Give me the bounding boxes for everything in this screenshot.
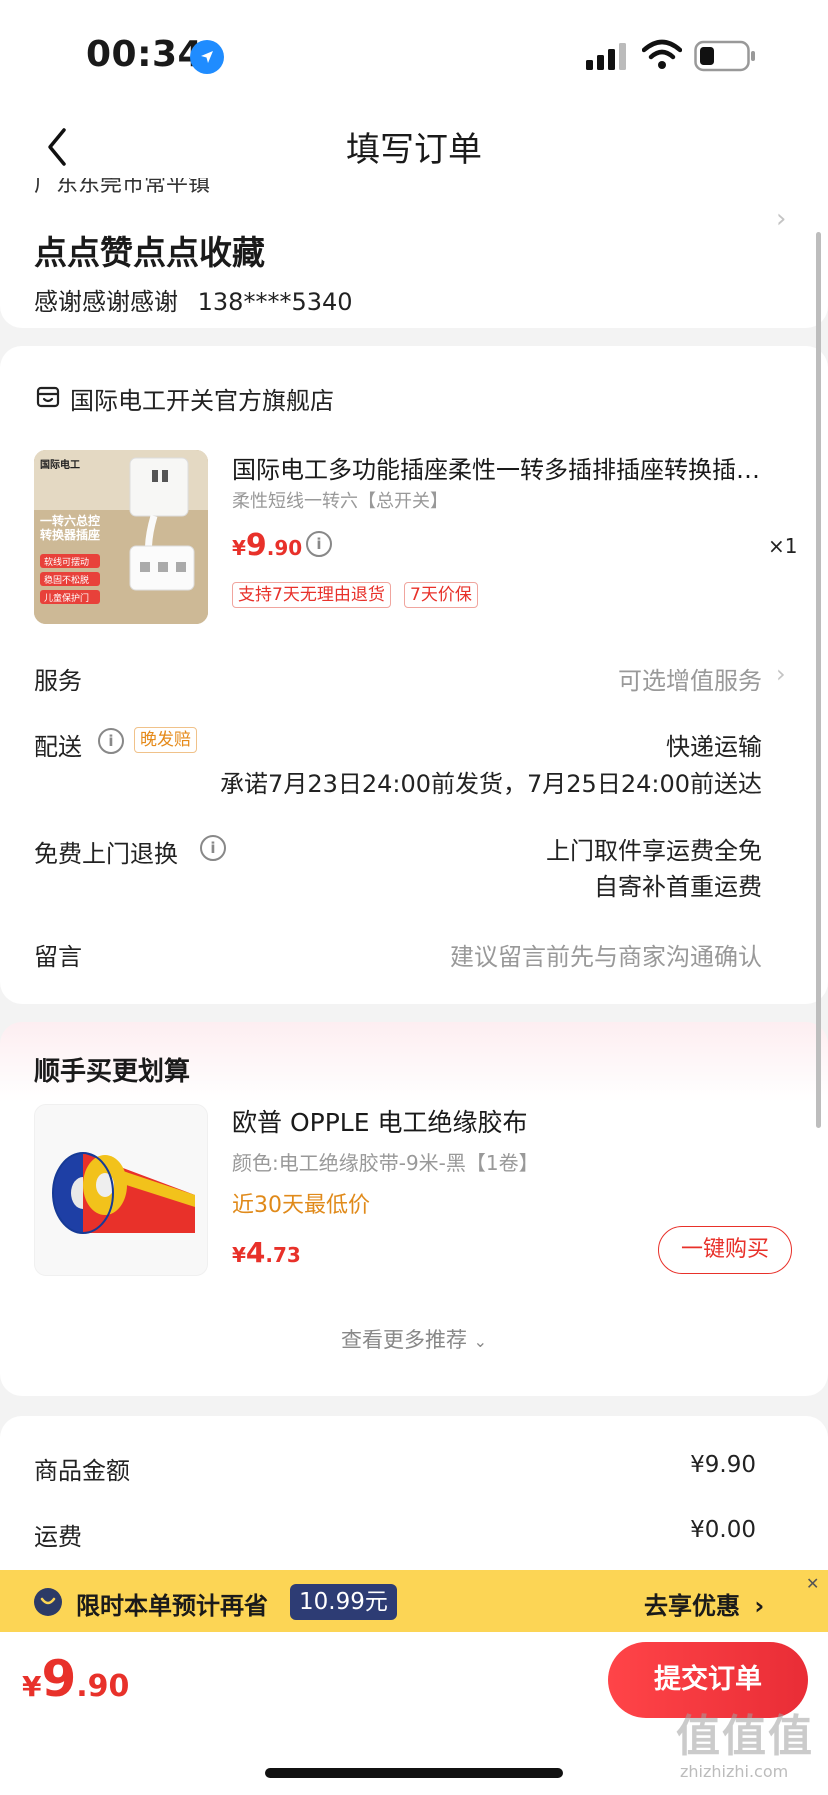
shipping-label: 运费 (34, 1523, 82, 1551)
free-return-line2: 自寄补首重运费 (594, 873, 762, 901)
chevron-down-icon: ⌄ (473, 1332, 488, 1351)
delivery-promise: 承诺7月23日24:00前发货，7月25日24:00前送达 (220, 770, 762, 798)
more-recommendations-label: 查看更多推荐 (340, 1328, 467, 1352)
home-indicator[interactable] (265, 1768, 563, 1778)
watermark-logo: 值值值 (676, 1711, 814, 1762)
service-value[interactable]: 可选增值服务 (618, 661, 762, 696)
recommend-item-spec[interactable]: 颜色:电工绝缘胶带-9米-黑【1卷】 (232, 1147, 539, 1176)
watermark-url: zhizhizhi.com (680, 1762, 789, 1781)
price-protection-tag: 7天价保 (404, 582, 478, 608)
shop-name[interactable]: 国际电工开关官方旗舰店 (70, 381, 334, 416)
goods-amount-value: ¥9.90 (690, 1452, 756, 1478)
delivery-label: 配送 (34, 733, 82, 761)
total-price: ¥ 9 .90 (22, 1650, 129, 1708)
status-time: 00:34 (86, 34, 204, 75)
back-arrow-icon[interactable] (38, 122, 78, 172)
one-click-buy-button[interactable]: 一键购买 (658, 1226, 792, 1274)
recommend-item-name[interactable]: 欧普 OPPLE 电工绝缘胶布 (232, 1103, 527, 1139)
location-arrow-icon (190, 40, 224, 74)
product-image-bullet: 稳固不松脱 (44, 576, 90, 586)
info-icon[interactable]: i (98, 728, 124, 754)
scrollbar[interactable] (816, 232, 821, 1128)
delivery-method: 快递运输 (666, 733, 762, 761)
price-integer: 9 (245, 528, 267, 563)
wifi-icon (641, 38, 683, 72)
promo-text: 限时本单预计再省 (76, 1592, 268, 1620)
product-image-brand: 国际电工 (40, 460, 80, 471)
address-region: 广东东莞市常平镇 (34, 178, 211, 197)
price-decimal: .73 (265, 1243, 301, 1267)
battery-icon (694, 40, 756, 72)
recommend-title: 顺手买更划算 (34, 1057, 191, 1087)
product-image-bullet: 儿童保护门 (44, 594, 90, 604)
promo-action-label: 去享优惠 (644, 1592, 740, 1620)
product-image[interactable]: 国际电工 一转六总控 转换器插座 软线可摆动 稳固不松脱 儿童保护门 (34, 450, 208, 624)
recommend-item-image[interactable] (34, 1104, 208, 1276)
discount-icon (34, 1588, 62, 1616)
price-decimal: .90 (266, 536, 303, 560)
recommend-item-price: ¥ 4 .73 (232, 1236, 301, 1269)
lowest-price-badge: 近30天最低价 (232, 1193, 370, 1218)
close-icon[interactable]: ✕ (806, 1574, 819, 1593)
goods-amount-label: 商品金额 (34, 1457, 130, 1485)
currency-symbol: ¥ (232, 1243, 246, 1267)
chevron-right-icon: › (776, 660, 786, 688)
address-contact: 感谢感谢感谢 138****5340 (34, 282, 353, 317)
info-icon[interactable]: i (200, 835, 226, 861)
contact-name: 感谢感谢感谢 (34, 288, 178, 316)
product-image-bullet: 软线可摆动 (44, 558, 90, 568)
product-quantity: ×1 (768, 534, 798, 558)
price-integer: 4 (245, 1236, 266, 1269)
info-icon[interactable]: i (306, 531, 332, 557)
page-title: 填写订单 (346, 130, 482, 170)
currency-symbol: ¥ (22, 1670, 42, 1703)
chevron-right-icon: › (754, 1592, 765, 1620)
late-compensation-tag: 晚发赔 (134, 727, 197, 753)
currency-symbol: ¥ (232, 536, 246, 560)
chevron-right-icon: › (776, 204, 787, 234)
free-return-label: 免费上门退换 (34, 840, 178, 868)
store-icon (36, 386, 60, 408)
address-detail: 点点赞点点收藏 (34, 233, 265, 272)
total-decimal: .90 (76, 1669, 130, 1704)
note-label: 留言 (34, 943, 82, 971)
cellular-signal-icon (586, 42, 630, 70)
summary-card (0, 1416, 828, 1576)
promo-amount: 10.99元 (290, 1584, 397, 1620)
free-return-line1: 上门取件享运费全免 (546, 837, 762, 865)
shipping-value: ¥0.00 (690, 1517, 756, 1543)
product-image-headline: 一转六总控 转换器插座 (40, 514, 101, 542)
promo-action[interactable]: 去享优惠 › (644, 1586, 764, 1621)
note-input[interactable]: 建议留言前先与商家沟通确认 (450, 937, 762, 972)
more-recommendations-link[interactable]: 查看更多推荐 ⌄ (0, 1324, 828, 1354)
service-label: 服务 (34, 667, 82, 695)
product-spec[interactable]: 柔性短线一转六【总开关】 (232, 487, 448, 513)
contact-phone: 138****5340 (197, 288, 353, 316)
product-title[interactable]: 国际电工多功能插座柔性一转多插排插座转换插… (232, 450, 792, 485)
return-policy-tag: 支持7天无理由退货 (232, 582, 391, 608)
product-price: ¥ 9 .90 (232, 528, 302, 563)
total-integer: 9 (41, 1650, 77, 1708)
